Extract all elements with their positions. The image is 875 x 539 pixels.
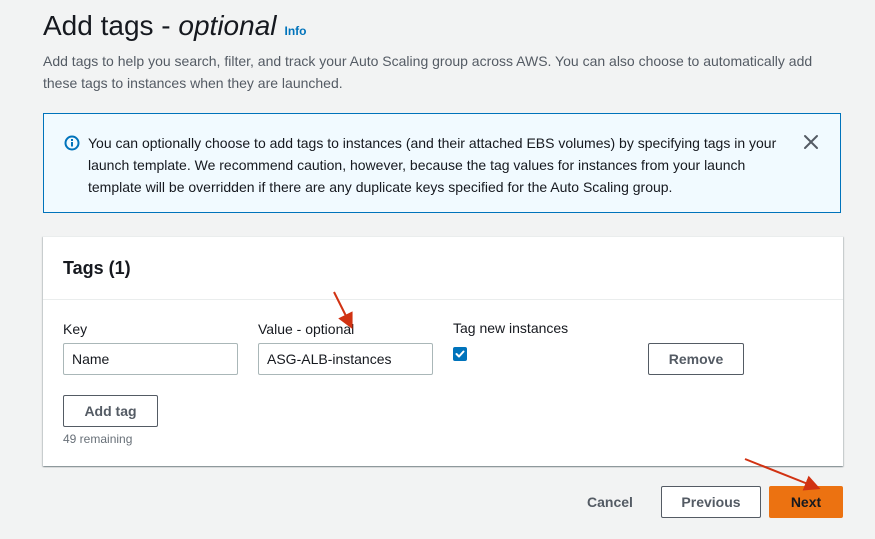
alert-message: You can optionally choose to add tags to…	[88, 135, 777, 195]
key-column-label: Key	[63, 321, 88, 337]
info-circle-icon	[64, 135, 80, 151]
title-row: Add tags - optional Info	[43, 8, 843, 44]
tag-value-input[interactable]: ASG-ALB-instances	[258, 343, 433, 375]
close-icon[interactable]	[802, 133, 820, 151]
next-button[interactable]: Next	[769, 486, 843, 518]
tags-panel: Tags (1) Key Value - optional Tag new in…	[43, 236, 843, 466]
previous-button[interactable]: Previous	[661, 486, 761, 518]
info-alert: You can optionally choose to add tags to…	[43, 113, 841, 213]
page-title: Add tags - optional	[43, 8, 277, 44]
cancel-button[interactable]: Cancel	[587, 494, 633, 510]
page-title-text: Add tags -	[43, 10, 179, 41]
tag-key-input[interactable]: Name	[63, 343, 238, 375]
tags-header: Tags (1)	[43, 237, 843, 300]
tag-new-instances-label: Tag new instances	[453, 320, 569, 336]
tag-new-instances-checkbox[interactable]	[453, 347, 467, 361]
tags-remaining-count: 49 remaining	[63, 432, 133, 446]
checkmark-icon	[455, 350, 465, 358]
page-header: Add tags - optional Info Add tags to hel…	[43, 8, 843, 94]
add-tag-button[interactable]: Add tag	[63, 395, 158, 427]
tags-title: Tags (1)	[63, 257, 131, 278]
value-column-label: Value - optional	[258, 321, 355, 337]
page-title-optional: optional	[178, 10, 277, 41]
remove-tag-button[interactable]: Remove	[648, 343, 744, 375]
info-link[interactable]: Info	[285, 24, 307, 38]
page-description: Add tags to help you search, filter, and…	[43, 53, 813, 91]
